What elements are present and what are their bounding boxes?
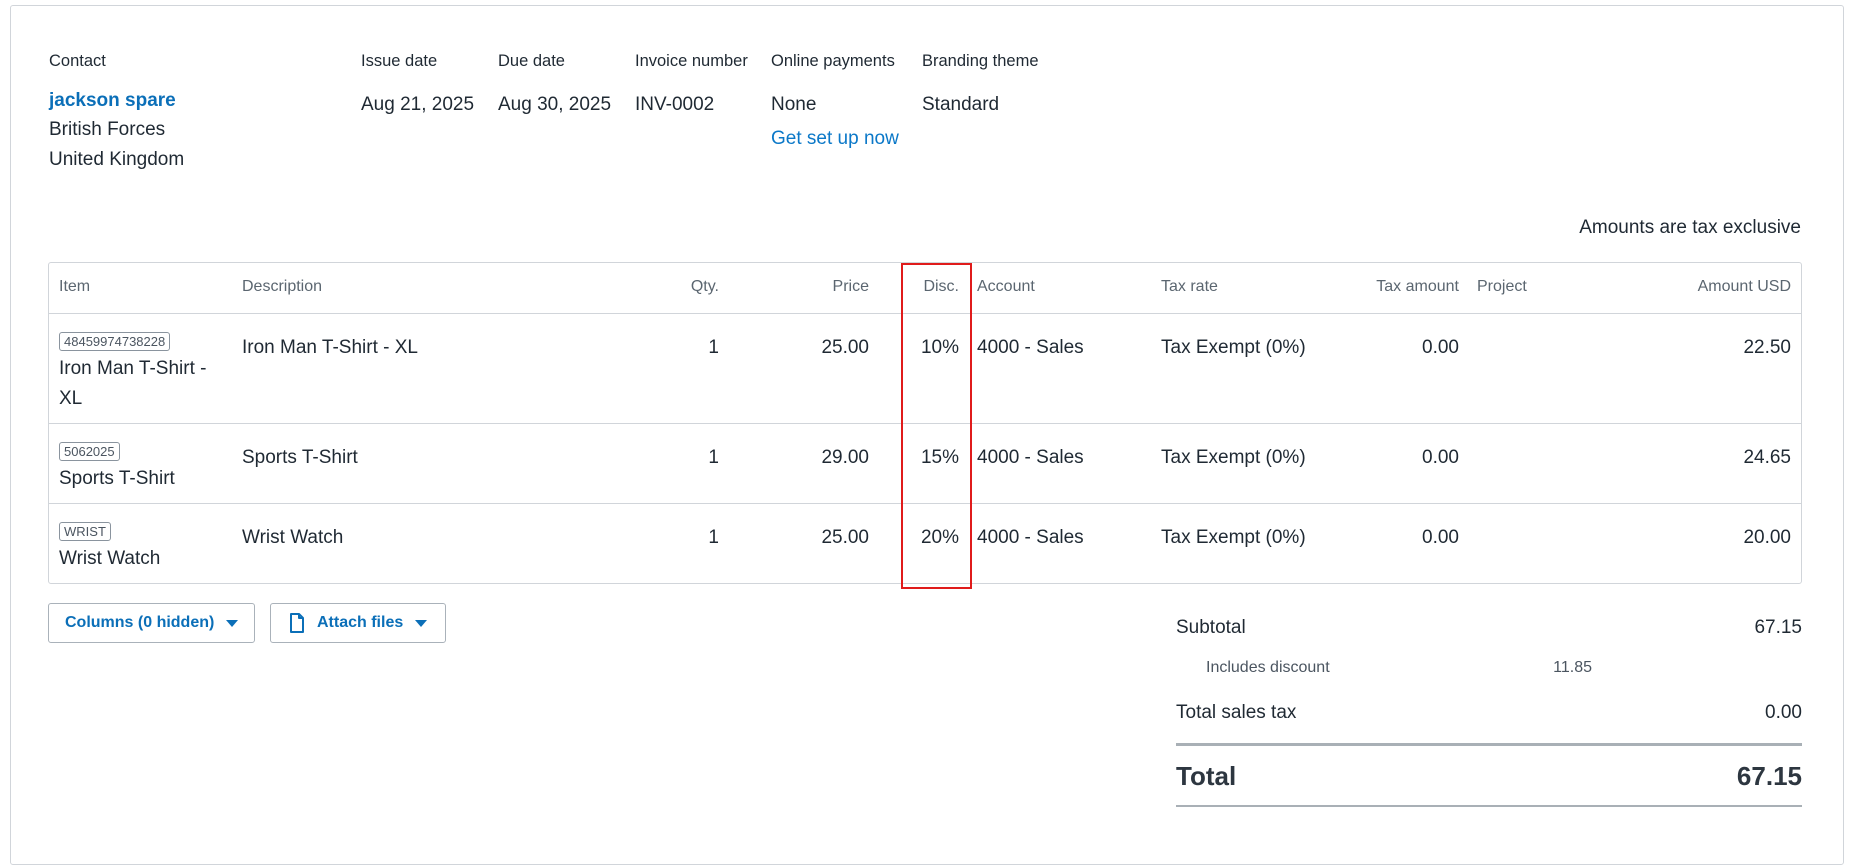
price-cell[interactable]: 25.00 — [821, 337, 869, 359]
item-name: Sports T-Shirt — [59, 468, 175, 489]
attach-files-button[interactable]: Attach files — [270, 603, 446, 643]
sales-tax-value: 0.00 — [1765, 702, 1802, 723]
subtotal-label: Subtotal — [1176, 617, 1246, 638]
description-cell[interactable]: Wrist Watch — [242, 527, 343, 549]
issue-date-label: Issue date — [361, 52, 438, 70]
item-code-badge: 5062025 — [59, 442, 120, 461]
table-row[interactable]: WRIST Wrist Watch Wrist Watch 1 25.00 20… — [49, 504, 1801, 584]
chevron-down-icon — [226, 619, 239, 627]
description-cell[interactable]: Sports T-Shirt — [242, 447, 358, 469]
col-header-tax-rate: Tax rate — [1161, 278, 1218, 295]
online-payments-section: Online payments None Get set up now — [771, 52, 899, 150]
discount-value: 11.85 — [1553, 659, 1592, 676]
disc-cell[interactable]: 10% — [921, 337, 959, 359]
contact-name-link[interactable]: jackson spare — [49, 90, 184, 112]
issue-date-section: Issue date Aug 21, 2025 — [361, 52, 474, 116]
totals-bottom-divider — [1176, 805, 1802, 807]
amount-cell: 24.65 — [1743, 447, 1791, 468]
col-header-price: Price — [832, 278, 869, 295]
amount-cell: 22.50 — [1743, 337, 1791, 358]
discount-label: Includes discount — [1206, 659, 1330, 676]
col-header-item: Item — [59, 278, 91, 295]
contact-address-line-1: British Forces — [49, 119, 166, 140]
qty-cell[interactable]: 1 — [708, 447, 719, 469]
branding-section: Branding theme Standard — [922, 52, 1039, 116]
tax-rate-cell[interactable]: Tax Exempt (0%) — [1161, 527, 1306, 549]
online-payments-label: Online payments — [771, 52, 895, 70]
col-header-project: Project — [1477, 278, 1527, 295]
col-header-qty: Qty. — [690, 278, 719, 295]
account-cell[interactable]: 4000 - Sales — [977, 447, 1084, 469]
online-payments-value: None — [771, 94, 817, 115]
contact-label: Contact — [49, 52, 106, 70]
table-row[interactable]: 48459974738228 Iron Man T-Shirt - XL Iro… — [49, 314, 1801, 424]
total-label: Total — [1176, 761, 1237, 791]
due-date-value: Aug 30, 2025 — [498, 94, 612, 115]
item-cell[interactable]: WRIST Wrist Watch — [59, 520, 219, 574]
col-header-disc: Disc. — [923, 278, 959, 295]
item-cell[interactable]: 5062025 Sports T-Shirt — [59, 440, 219, 494]
tax-amount-cell: 0.00 — [1422, 527, 1459, 548]
col-header-tax-amount: Tax amount — [1376, 278, 1459, 295]
item-name: Wrist Watch — [59, 548, 161, 569]
disc-cell[interactable]: 20% — [921, 527, 959, 549]
attach-files-label: Attach files — [317, 614, 404, 631]
sales-tax-label: Total sales tax — [1176, 702, 1297, 723]
item-name: Iron Man T-Shirt - XL — [59, 358, 207, 409]
item-cell[interactable]: 48459974738228 Iron Man T-Shirt - XL — [59, 330, 219, 414]
total-value: 67.15 — [1736, 761, 1802, 791]
due-date-section: Due date Aug 30, 2025 — [498, 52, 611, 116]
contact-address-line-2: United Kingdom — [49, 149, 185, 170]
item-code-badge: WRIST — [59, 522, 111, 541]
columns-dropdown-button[interactable]: Columns (0 hidden) — [48, 603, 255, 643]
description-cell[interactable]: Iron Man T-Shirt - XL — [242, 337, 418, 359]
contact-section: Contact jackson spare British Forces Uni… — [49, 52, 184, 171]
qty-cell[interactable]: 1 — [708, 527, 719, 549]
issue-date-value: Aug 21, 2025 — [361, 94, 475, 115]
chevron-down-icon — [415, 619, 428, 627]
col-header-amount: Amount USD — [1697, 278, 1791, 295]
invoice-number-value: INV-0002 — [635, 94, 715, 115]
due-date-label: Due date — [498, 52, 565, 70]
table-row[interactable]: 5062025 Sports T-Shirt Sports T-Shirt 1 … — [49, 424, 1801, 504]
col-header-account: Account — [977, 278, 1035, 295]
branding-label: Branding theme — [922, 52, 1039, 70]
invoice-number-section: Invoice number INV-0002 — [635, 52, 748, 116]
tax-rate-cell[interactable]: Tax Exempt (0%) — [1161, 337, 1306, 359]
account-cell[interactable]: 4000 - Sales — [977, 527, 1084, 549]
columns-button-label: Columns (0 hidden) — [65, 614, 215, 631]
price-cell[interactable]: 29.00 — [821, 447, 869, 469]
tax-rate-cell[interactable]: Tax Exempt (0%) — [1161, 447, 1306, 469]
line-items-table: Item Description Qty. Price Disc. Accoun… — [48, 262, 1802, 584]
file-icon — [289, 613, 305, 633]
tax-mode-note: Amounts are tax exclusive — [1579, 217, 1801, 238]
col-header-description: Description — [242, 278, 323, 295]
amount-cell: 20.00 — [1743, 527, 1791, 548]
qty-cell[interactable]: 1 — [708, 337, 719, 359]
totals-divider — [1176, 743, 1802, 746]
tax-amount-cell: 0.00 — [1422, 447, 1459, 468]
table-header-row: Item Description Qty. Price Disc. Accoun… — [49, 263, 1801, 314]
disc-cell[interactable]: 15% — [921, 447, 959, 469]
get-set-up-link[interactable]: Get set up now — [771, 128, 899, 150]
price-cell[interactable]: 25.00 — [821, 527, 869, 549]
subtotal-value: 67.15 — [1754, 617, 1802, 638]
tax-amount-cell: 0.00 — [1422, 337, 1459, 358]
branding-value: Standard — [922, 94, 1000, 115]
item-code-badge: 48459974738228 — [59, 332, 171, 351]
invoice-number-label: Invoice number — [635, 52, 748, 70]
account-cell[interactable]: 4000 - Sales — [977, 337, 1084, 359]
